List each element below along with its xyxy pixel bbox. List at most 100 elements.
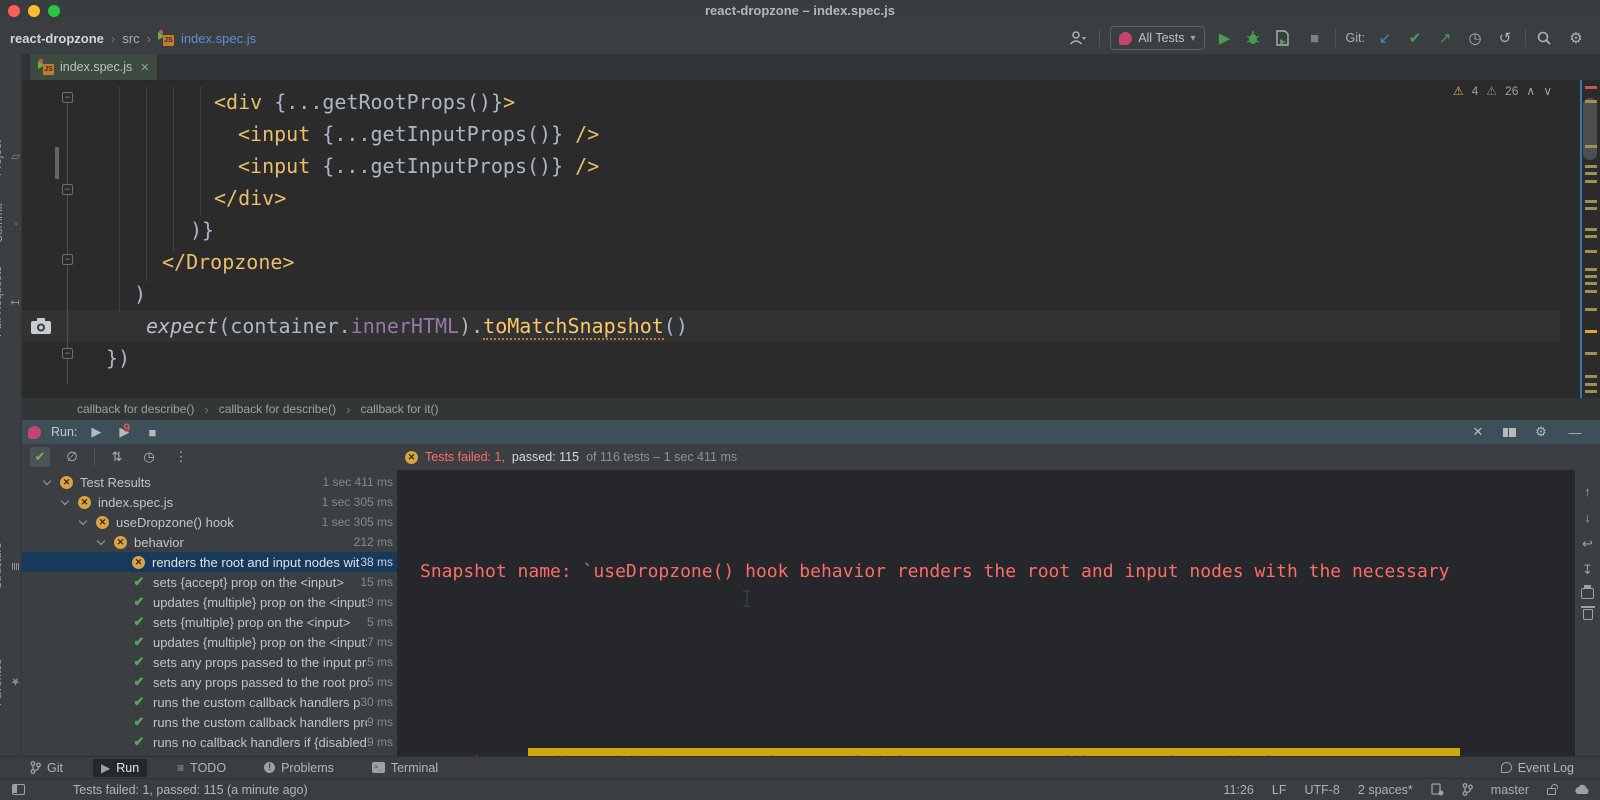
stop-button[interactable]: ■: [143, 425, 161, 440]
test-tree-row[interactable]: ✔ sets {multiple} prop on the <input> 5 ms: [22, 612, 397, 632]
sort-tests-icon[interactable]: ⇅: [107, 447, 127, 467]
cloud-settings-icon[interactable]: [1574, 784, 1590, 796]
code-line[interactable]: </div>: [106, 182, 1580, 214]
breadcrumb-callback[interactable]: callback for it(): [360, 402, 438, 416]
git-push-icon[interactable]: ↗: [1435, 29, 1455, 47]
clear-console-icon[interactable]: [1580, 606, 1595, 620]
editor-gutter[interactable]: − − − −: [22, 80, 102, 398]
run-with-coverage-button[interactable]: [1275, 30, 1295, 46]
settings-gear-icon[interactable]: ⚙: [1566, 29, 1586, 47]
indent-setting[interactable]: 2 spaces*: [1358, 783, 1413, 797]
warning-stripe-mark[interactable]: [1585, 200, 1597, 203]
tool-window-button-terminal[interactable]: >_ Terminal: [364, 759, 446, 777]
tool-window-button-structure[interactable]: ≣ Structure: [0, 526, 22, 606]
expand-chevron-icon[interactable]: [96, 536, 106, 545]
lock-icon[interactable]: [1547, 784, 1558, 795]
snapshot-stripe-mark[interactable]: [1585, 330, 1597, 333]
fold-marker[interactable]: −: [62, 254, 73, 265]
show-passed-toggle[interactable]: ✔: [30, 447, 50, 467]
code-line[interactable]: <input {...getInputProps()} />: [106, 118, 1580, 150]
close-panel-icon[interactable]: ✕: [1469, 424, 1487, 440]
test-tree-row[interactable]: ✔ runs no callback handlers if {disabled}…: [22, 732, 397, 752]
test-tree-row[interactable]: ✕ Test Results 1 sec 411 ms: [22, 472, 397, 492]
breadcrumb-item-file[interactable]: index.spec.js: [181, 31, 256, 46]
warning-stripe-mark[interactable]: [1585, 235, 1597, 238]
warning-stripe-mark[interactable]: [1585, 100, 1597, 103]
tool-window-button-git[interactable]: Git: [22, 759, 71, 777]
search-everywhere-icon[interactable]: [1536, 30, 1556, 46]
warning-stripe-mark[interactable]: [1585, 352, 1597, 355]
code-line[interactable]: <div {...getRootProps()}>: [106, 86, 1580, 118]
test-history-icon[interactable]: ◷: [139, 447, 159, 467]
run-configuration-select[interactable]: All Tests ▾: [1110, 26, 1205, 50]
hide-panel-icon[interactable]: —: [1566, 425, 1584, 440]
fold-marker[interactable]: −: [62, 348, 73, 359]
file-encoding[interactable]: UTF-8: [1304, 783, 1339, 797]
test-tree-row[interactable]: ✔ sets {accept} prop on the <input> 15 ms: [22, 572, 397, 592]
test-console-output[interactable]: Snapshot name: `useDropzone() hook behav…: [397, 470, 1575, 756]
rerun-button[interactable]: ▶: [87, 424, 105, 440]
code-line[interactable]: }): [106, 342, 1580, 374]
warning-stripe-mark[interactable]: [1585, 207, 1597, 210]
warning-stripe-mark[interactable]: [1585, 250, 1597, 253]
user-account-icon[interactable]: [1069, 30, 1089, 46]
tool-window-button-todo[interactable]: ≡ TODO: [169, 759, 234, 777]
tab-close-icon[interactable]: ✕: [140, 61, 149, 74]
print-icon[interactable]: [1581, 585, 1594, 599]
breadcrumb-item-project[interactable]: react-dropzone: [10, 31, 104, 46]
warning-stripe-mark[interactable]: [1585, 228, 1597, 231]
debug-button[interactable]: [1245, 30, 1265, 46]
breadcrumb-callback[interactable]: callback for describe(): [77, 402, 194, 416]
show-ignored-toggle[interactable]: ∅: [62, 447, 82, 467]
expand-chevron-icon[interactable]: [42, 476, 52, 485]
test-tree-row[interactable]: ✕ useDropzone() hook 1 sec 305 ms: [22, 512, 397, 532]
warning-stripe-mark[interactable]: [1585, 145, 1597, 148]
test-tree-row[interactable]: ✔ runs the custom callback handlers pr 30 …: [22, 692, 397, 712]
stop-button[interactable]: ■: [1305, 30, 1325, 47]
test-tree-row[interactable]: ✔ sets any props passed to the root prop 5…: [22, 672, 397, 692]
git-commit-icon[interactable]: ✔: [1405, 29, 1425, 47]
breadcrumb-callback[interactable]: callback for describe(): [219, 402, 336, 416]
scroll-up-icon[interactable]: ↑: [1584, 484, 1591, 500]
history-icon[interactable]: ◷: [1465, 29, 1485, 47]
code-editor[interactable]: − − − − <div {...getRootProps()}> <input …: [22, 80, 1580, 398]
editor-error-stripe[interactable]: [1580, 80, 1600, 398]
rerun-failed-tests-button[interactable]: ▶ 9: [115, 421, 133, 440]
event-log-button[interactable]: Event Log: [1500, 761, 1600, 775]
tool-window-toggle-icon[interactable]: [12, 784, 25, 795]
next-issue-icon[interactable]: ∨: [1543, 84, 1552, 98]
expand-chevron-icon[interactable]: [78, 516, 88, 525]
code-line[interactable]: ): [106, 278, 1580, 310]
layout-settings-icon[interactable]: [1503, 427, 1516, 437]
editor-tab-index-spec[interactable]: JS index.spec.js ✕: [30, 54, 158, 80]
tool-window-button-run[interactable]: ▶ Run: [92, 758, 148, 777]
test-tree-row[interactable]: ✔ updates {multiple} prop on the <input> 9…: [22, 592, 397, 612]
test-tree-row[interactable]: ✔ runs the custom callback handlers pro 9 …: [22, 712, 397, 732]
git-branch-icon[interactable]: [1462, 783, 1473, 796]
fold-marker[interactable]: −: [62, 92, 73, 103]
warning-stripe-mark[interactable]: [1585, 308, 1597, 311]
warning-stripe-mark[interactable]: [1585, 180, 1597, 183]
cursor-position[interactable]: 11:26: [1224, 783, 1254, 797]
scroll-to-end-icon[interactable]: ↧: [1582, 562, 1593, 578]
warning-stripe-mark[interactable]: [1585, 383, 1597, 386]
expand-chevron-icon[interactable]: [60, 496, 70, 505]
tool-window-button-pull-requests[interactable]: ↥ Pull Requests: [0, 250, 22, 354]
warning-stripe-mark[interactable]: [1585, 290, 1597, 293]
snapshot-camera-icon[interactable]: [30, 317, 52, 335]
scrollbar-thumb[interactable]: [1583, 98, 1597, 160]
code-line[interactable]: expect(container.innerHTML).toMatchSnaps…: [106, 310, 1580, 342]
prev-issue-icon[interactable]: ∧: [1526, 84, 1535, 98]
warning-stripe-mark[interactable]: [1585, 268, 1597, 271]
tool-window-button-favorites[interactable]: ★ Favorites: [0, 642, 22, 722]
warning-stripe-mark[interactable]: [1585, 275, 1597, 278]
soft-wrap-icon[interactable]: ↩: [1582, 536, 1593, 552]
rollback-icon[interactable]: ↺: [1495, 29, 1515, 47]
scroll-down-icon[interactable]: ↓: [1584, 510, 1591, 526]
code-line[interactable]: <input {...getInputProps()} />: [106, 150, 1580, 182]
error-stripe-mark[interactable]: [1585, 86, 1597, 89]
warning-stripe-mark[interactable]: [1585, 165, 1597, 168]
warning-stripe-mark[interactable]: [1585, 282, 1597, 285]
breadcrumb-item-src[interactable]: src: [122, 31, 139, 46]
test-tree-row[interactable]: ✕ renders the root and input nodes with 38…: [22, 552, 397, 572]
